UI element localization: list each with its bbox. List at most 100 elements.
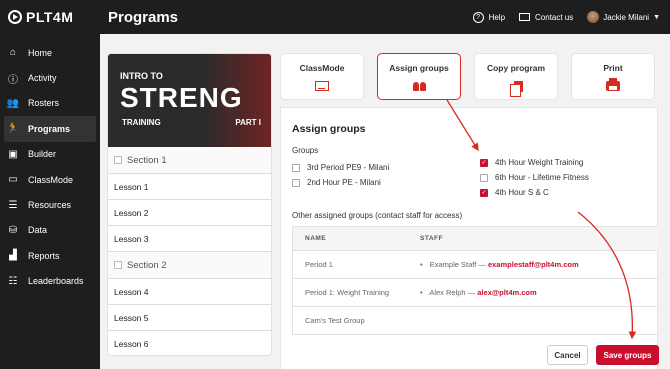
- avatar: [587, 11, 600, 23]
- sidebar-item-programs[interactable]: 🏃 Programs: [4, 116, 96, 142]
- group-checkbox[interactable]: ✓: [480, 188, 488, 197]
- action-label: Print: [603, 63, 623, 73]
- group-label: 3rd Period PE9 - Milani: [307, 163, 390, 172]
- program-outline-card: INTRO TO STRENG TRAINING PART I Section …: [107, 53, 272, 356]
- sidebar-item-label: Leaderboards: [28, 276, 84, 287]
- sidebar-item-label: Reports: [28, 250, 60, 261]
- sidebar-item-activity[interactable]: ⓘ Activity: [0, 65, 100, 90]
- classmode-icon: ▭: [8, 174, 18, 186]
- group-label: 2nd Hour PE - Milani: [307, 178, 381, 187]
- lesson-item[interactable]: Lesson 3: [108, 226, 271, 252]
- plt4m-logo[interactable]: PLT4M: [8, 9, 100, 25]
- section-header[interactable]: Section 1: [108, 147, 271, 174]
- sidebar-item-label: Resources: [28, 200, 72, 211]
- group-checkbox-row[interactable]: ✓ 4th Hour S & C: [480, 188, 549, 197]
- group-label: 4th Hour S & C: [495, 188, 549, 197]
- section-header[interactable]: Section 2: [108, 252, 271, 279]
- sidebar-item-builder[interactable]: ▣ Builder: [0, 142, 100, 167]
- section-title: Section 2: [127, 259, 167, 271]
- staff-name: Example Staff —: [429, 260, 486, 269]
- group-checkbox[interactable]: [292, 163, 300, 172]
- staff-email-link[interactable]: examplestaff@plt4m.com: [488, 260, 579, 269]
- group-checkbox[interactable]: ✓: [480, 158, 488, 167]
- staff-email-link[interactable]: alex@plt4m.com: [477, 288, 536, 297]
- lesson-list: Section 1 Lesson 1 Lesson 2 Lesson 3 Sec…: [108, 147, 271, 355]
- group-checkbox-row[interactable]: 3rd Period PE9 - Milani: [292, 163, 389, 172]
- group-checkbox[interactable]: [480, 173, 488, 182]
- resources-icon: ☰: [8, 199, 18, 211]
- table-header: NAME STAFF: [293, 227, 658, 250]
- sidebar-item-classmode[interactable]: ▭ ClassMode: [0, 167, 100, 192]
- chevron-down-icon: ▼: [653, 13, 660, 21]
- lesson-item[interactable]: Lesson 6: [108, 331, 271, 355]
- print-button[interactable]: Print: [571, 53, 655, 100]
- help-link[interactable]: ? Help: [472, 11, 506, 23]
- user-name: Jackie Milani: [603, 12, 650, 22]
- sidebar: ⌂ Home ⓘ Activity 👥 Rosters 🏃 Programs ▣…: [0, 34, 100, 369]
- logo-play-icon: [8, 10, 22, 24]
- staff-cell: • Example Staff — examplestaff@plt4m.com: [420, 260, 579, 269]
- section-checkbox[interactable]: [114, 156, 122, 164]
- people-icon: 👥: [6, 97, 20, 109]
- sidebar-item-label: Programs: [28, 123, 71, 134]
- group-checkbox-row[interactable]: 6th Hour - Lifetime Fitness: [480, 173, 589, 182]
- group-label: 6th Hour - Lifetime Fitness: [495, 173, 589, 182]
- top-bar: PLT4M Programs ? Help Contact us Jackie …: [0, 0, 670, 34]
- program-actions: ClassMode Assign groups Copy program Pri…: [280, 53, 658, 100]
- runner-icon: 🏃: [6, 123, 20, 135]
- sidebar-item-label: Activity: [28, 73, 57, 84]
- contact-label: Contact us: [535, 12, 574, 22]
- lesson-item[interactable]: Lesson 1: [108, 174, 271, 200]
- group-checkbox[interactable]: [292, 178, 300, 187]
- group-checkbox-row[interactable]: ✓ 4th Hour Weight Training: [480, 158, 583, 167]
- group-checkbox-row[interactable]: 2nd Hour PE - Milani: [292, 178, 381, 187]
- hero-line-3: TRAINING: [122, 118, 161, 127]
- column-header-name: NAME: [305, 235, 327, 242]
- sidebar-item-home[interactable]: ⌂ Home: [0, 40, 100, 65]
- sidebar-item-rosters[interactable]: 👥 Rosters: [0, 91, 100, 116]
- table-row: Cam's Test Group: [293, 306, 658, 334]
- activity-icon: ⓘ: [8, 74, 18, 86]
- lesson-item[interactable]: Lesson 2: [108, 200, 271, 226]
- sidebar-item-label: Builder: [28, 149, 57, 160]
- save-groups-button[interactable]: Save groups: [596, 345, 659, 365]
- cancel-button[interactable]: Cancel: [547, 345, 588, 365]
- hero-line-2: STRENG: [120, 82, 243, 113]
- lesson-item[interactable]: Lesson 4: [108, 279, 271, 305]
- group-name-cell: Cam's Test Group: [305, 316, 365, 325]
- help-label: Help: [488, 12, 506, 22]
- column-header-staff: STAFF: [420, 235, 443, 242]
- group-name-cell: Period 1: [305, 260, 333, 269]
- sidebar-item-leaderboards[interactable]: ☷ Leaderboards: [0, 269, 100, 294]
- list-icon: ☷: [8, 275, 18, 287]
- sidebar-item-reports[interactable]: ▟ Reports: [0, 243, 100, 268]
- staff-name: Alex Relph —: [429, 288, 476, 297]
- sidebar-item-resources[interactable]: ☰ Resources: [0, 192, 100, 217]
- sidebar-item-label: Data: [28, 225, 48, 236]
- page-title: Programs: [108, 8, 179, 26]
- classmode-button[interactable]: ClassMode: [280, 53, 364, 100]
- assign-groups-button[interactable]: Assign groups: [377, 53, 461, 100]
- table-row: Period 1 • Example Staff — examplestaff@…: [293, 250, 658, 278]
- table-row: Period 1: Weight Training • Alex Relph —…: [293, 278, 658, 306]
- printer-icon: [606, 78, 620, 91]
- action-label: ClassMode: [299, 63, 345, 73]
- user-menu[interactable]: Jackie Milani ▼: [587, 11, 670, 23]
- chart-icon: ▟: [9, 250, 17, 262]
- groups-label: Groups: [292, 146, 319, 155]
- other-groups-table: NAME STAFF Period 1 • Example Staff — ex…: [292, 226, 658, 335]
- contact-link[interactable]: Contact us: [519, 13, 573, 22]
- copy-program-button[interactable]: Copy program: [474, 53, 558, 100]
- action-label: Copy program: [486, 63, 546, 73]
- copy-icon: [509, 80, 523, 97]
- sidebar-item-label: Home: [28, 47, 53, 58]
- hero-line-1: INTRO TO: [120, 71, 163, 81]
- lesson-item[interactable]: Lesson 5: [108, 305, 271, 331]
- question-icon: ?: [472, 11, 484, 23]
- section-title: Section 1: [127, 154, 167, 166]
- action-label: Assign groups: [389, 63, 449, 73]
- groups-icon: [412, 81, 426, 91]
- sidebar-item-data[interactable]: ⛁ Data: [0, 218, 100, 243]
- envelope-icon: [519, 13, 531, 21]
- section-checkbox[interactable]: [114, 261, 122, 269]
